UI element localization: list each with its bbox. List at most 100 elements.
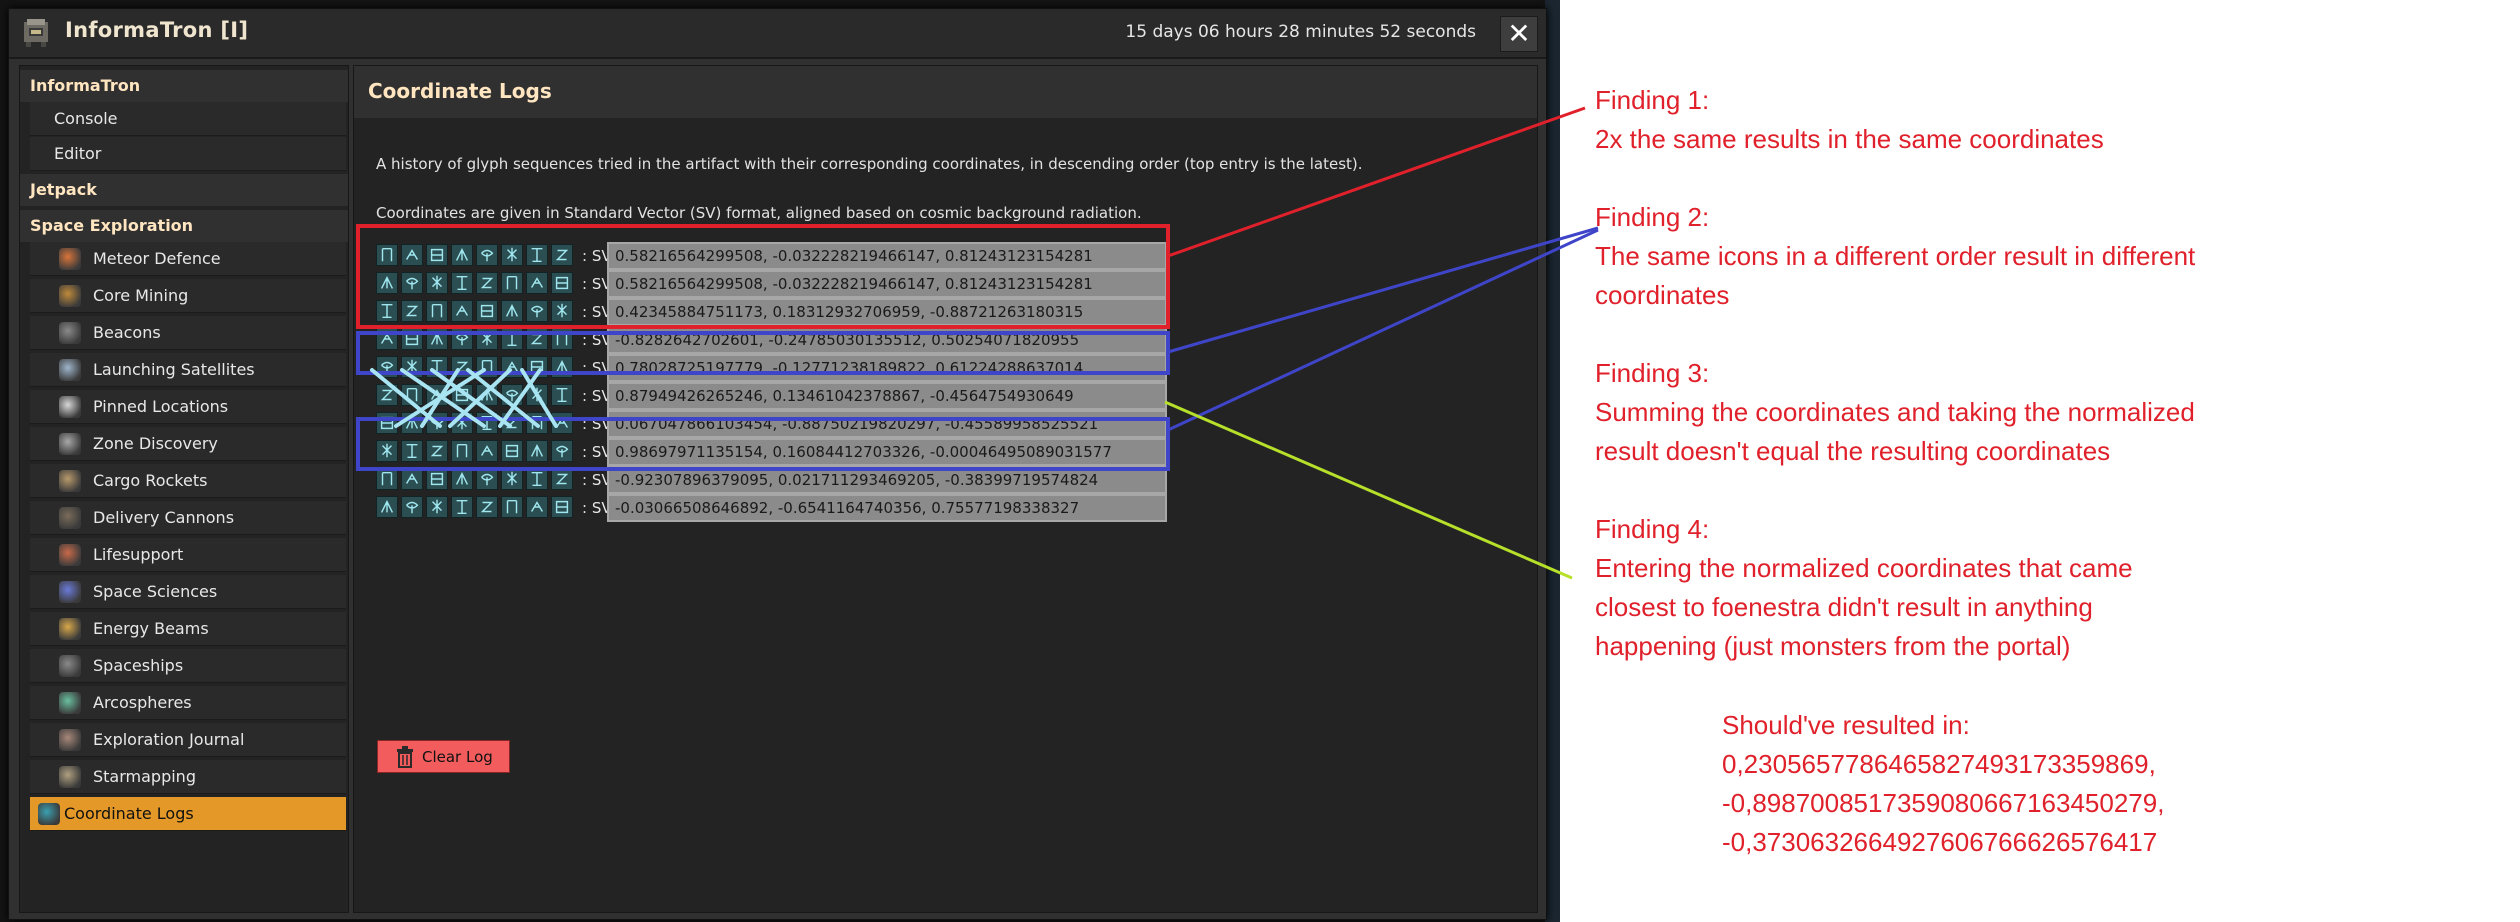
sv-coordinate-field[interactable]: -0.03066508646892, -0.6541164740356, 0.7…	[607, 494, 1167, 522]
finding2-text-1: The same icons in a different order resu…	[1595, 241, 2196, 271]
sidebar-item[interactable]: Starmapping	[30, 760, 346, 794]
glyph-icon	[426, 468, 448, 490]
glyph-icon	[526, 384, 548, 406]
starmap-icon	[59, 766, 81, 788]
sidebar-item[interactable]: Delivery Cannons	[30, 501, 346, 535]
informatron-app-icon	[24, 19, 48, 47]
title-bar[interactable]: InformaTron [I] 15 days 06 hours 28 minu…	[9, 9, 1546, 59]
sidebar-item[interactable]: Console	[30, 102, 346, 136]
sidebar-category[interactable]: InformaTron	[20, 70, 348, 102]
expected-heading: Should've resulted in:	[1722, 710, 1970, 740]
sv-coordinate-field[interactable]: -0.8282642702601, -0.24785030135512, 0.5…	[607, 326, 1167, 354]
close-icon: ✕	[1507, 17, 1531, 50]
sidebar-item[interactable]: Launching Satellites	[30, 353, 346, 387]
sidebar-item-label: Exploration Journal	[93, 730, 245, 749]
glyph-icon	[551, 468, 573, 490]
sidebar-item[interactable]: Lifesupport	[30, 538, 346, 572]
finding4-text-3: happening (just monsters from the portal…	[1595, 631, 2071, 661]
glyph-icon	[526, 468, 548, 490]
expected-result-note: Should've resulted in: 0,230565778646582…	[1722, 706, 2164, 862]
sidebar-item[interactable]: Pinned Locations	[30, 390, 346, 424]
glyph-icon	[376, 412, 398, 434]
coordinate-log-row: : SV -0.03066508646892, -0.6541164740356,…	[376, 492, 1176, 526]
glyph-icon	[551, 244, 573, 266]
sidebar-item-label: Beacons	[93, 323, 161, 342]
sidebar-item[interactable]: Editor	[30, 137, 346, 171]
glyph-icon	[401, 300, 423, 322]
sidebar-item-label: Editor	[54, 144, 102, 163]
beacon-icon	[59, 322, 81, 344]
glyph-icon	[376, 272, 398, 294]
glyph-icon	[401, 384, 423, 406]
glyph-icon	[401, 496, 423, 518]
glyph-icon	[476, 244, 498, 266]
sv-coordinate-field[interactable]: 0.42345884751173, 0.18312932706959, -0.8…	[607, 298, 1167, 326]
glyph-icon	[451, 328, 473, 350]
sidebar-item[interactable]: Cargo Rockets	[30, 464, 346, 498]
glyph-icon	[476, 412, 498, 434]
glyph-icon	[526, 328, 548, 350]
window-title: InformaTron [I]	[65, 18, 249, 42]
sv-coordinate-field[interactable]: -0.92307896379095, 0.021711293469205, -0…	[607, 466, 1167, 494]
sidebar-item-label: Starmapping	[93, 767, 196, 786]
clear-log-label: Clear Log	[422, 748, 493, 766]
glyph-icon	[476, 496, 498, 518]
glyph-icon	[426, 244, 448, 266]
sv-coordinate-field[interactable]: 0.78028725197779, -0.12771238189822, 0.6…	[607, 354, 1167, 382]
sv-coordinate-field[interactable]: 0.58216564299508, -0.032228219466147, 0.…	[607, 242, 1167, 270]
sidebar-item[interactable]: Energy Beams	[30, 612, 346, 646]
sidebar-item[interactable]: Beacons	[30, 316, 346, 350]
sidebar-item[interactable]: Arcospheres	[30, 686, 346, 720]
sv-coordinate-field[interactable]: 0.067047866103454, -0.88750219820297, -0…	[607, 410, 1167, 438]
sidebar-item[interactable]: Coordinate Logs	[30, 797, 346, 831]
sidebar-item-label: Space Sciences	[93, 582, 218, 601]
game-timer: 15 days 06 hours 28 minutes 52 seconds	[1125, 22, 1476, 42]
sidebar-item[interactable]: Core Mining	[30, 279, 346, 313]
sidebar-item[interactable]: Space Sciences	[30, 575, 346, 609]
finding3-text-2: result doesn't equal the resulting coord…	[1595, 436, 2111, 466]
satellite-icon	[59, 359, 81, 381]
glyph-icon	[426, 300, 448, 322]
glyph-icon	[401, 412, 423, 434]
finding3-heading: Finding 3:	[1595, 358, 1710, 388]
sv-coordinate-field[interactable]: 0.58216564299508, -0.032228219466147, 0.…	[607, 270, 1167, 298]
glyph-icon	[476, 440, 498, 462]
coordinate-log-icon	[38, 803, 60, 825]
finding4-text-1: Entering the normalized coordinates that…	[1595, 553, 2133, 583]
glyph-icon	[451, 440, 473, 462]
sidebar: InformaTron Console Editor Jetpack Space Exp…	[19, 65, 349, 913]
finding2-note: Finding 2: The same icons in a different…	[1595, 198, 2195, 315]
glyph-icon	[376, 440, 398, 462]
journal-icon	[59, 729, 81, 751]
sidebar-item[interactable]: Zone Discovery	[30, 427, 346, 461]
content-panel: Coordinate Logs A history of glyph seque…	[353, 65, 1538, 913]
finding1-text: 2x the same results in the same coordina…	[1595, 124, 2104, 154]
finding1-heading: Finding 1:	[1595, 85, 1710, 115]
finding2-text-2: coordinates	[1595, 280, 1730, 310]
sidebar-item[interactable]: Meteor Defence	[30, 242, 346, 276]
clear-log-button[interactable]: Clear Log	[377, 740, 510, 773]
close-button[interactable]: ✕	[1500, 16, 1538, 52]
sv-coordinate-field[interactable]: 0.87949426265246, 0.13461042378867, -0.4…	[607, 382, 1167, 410]
expected-y: -0,89870085173590806671634502​79,	[1722, 788, 2165, 818]
spaceship-icon	[59, 655, 81, 677]
glyph-icon	[551, 356, 573, 378]
finding4-note: Finding 4: Entering the normalized coord…	[1595, 510, 2133, 666]
glyph-icon	[426, 328, 448, 350]
glyph-icon	[526, 300, 548, 322]
glyph-icon	[401, 244, 423, 266]
sv-coordinate-field[interactable]: 0.98697971135154, 0.16084412703326, -0.0…	[607, 438, 1167, 466]
glyph-icon	[426, 384, 448, 406]
sidebar-category[interactable]: Space Exploration	[20, 210, 348, 242]
glyph-icon	[551, 384, 573, 406]
glyph-icon	[476, 384, 498, 406]
glyph-icon	[426, 356, 448, 378]
glyph-icon	[376, 356, 398, 378]
glyph-icon	[476, 300, 498, 322]
planet-ring-icon	[59, 433, 81, 455]
sidebar-category[interactable]: Jetpack	[20, 174, 348, 206]
sidebar-item[interactable]: Spaceships	[30, 649, 346, 683]
glyph-icon	[476, 328, 498, 350]
finding3-note: Finding 3: Summing the coordinates and t…	[1595, 354, 2195, 471]
sidebar-item[interactable]: Exploration Journal	[30, 723, 346, 757]
